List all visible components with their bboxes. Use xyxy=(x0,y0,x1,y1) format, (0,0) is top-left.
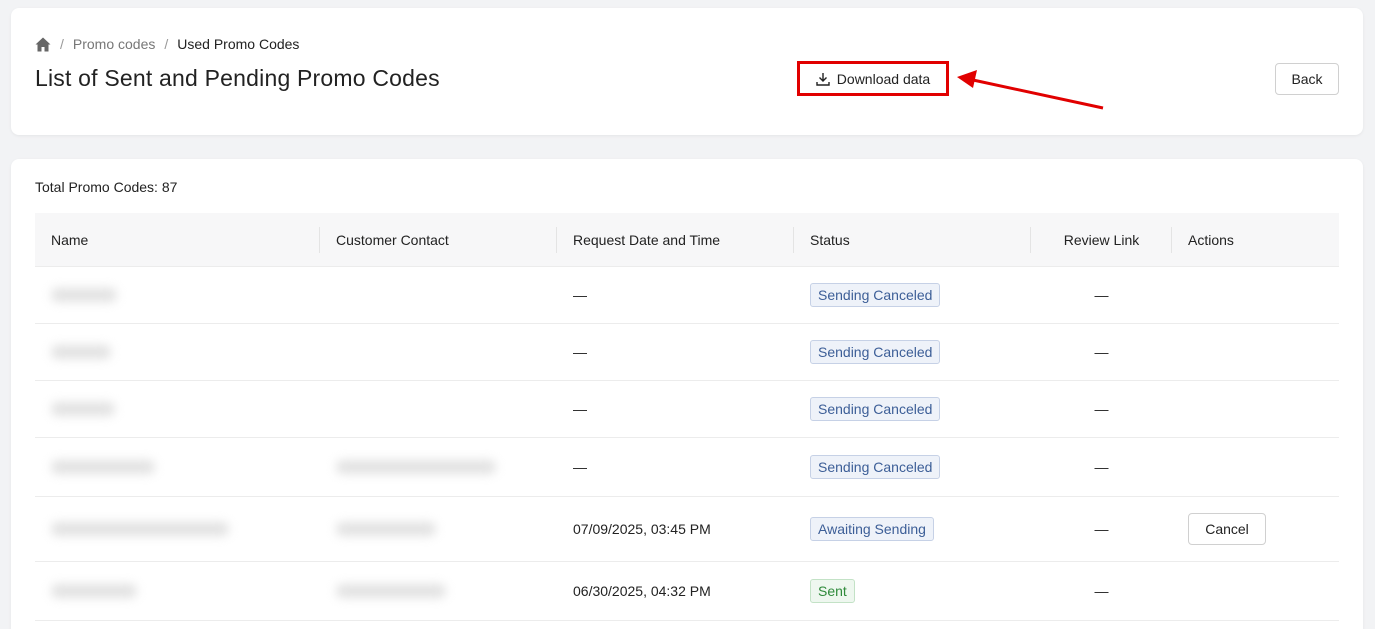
name-cell xyxy=(35,324,320,380)
total-promo-codes: Total Promo Codes: 87 xyxy=(35,179,178,195)
column-header-actions: Actions xyxy=(1188,231,1234,248)
review-link-cell: — xyxy=(1094,401,1109,417)
actions-cell: Cancel xyxy=(1172,497,1339,561)
actions-cell xyxy=(1172,562,1339,620)
page-title: List of Sent and Pending Promo Codes xyxy=(35,65,440,91)
status-cell: Sending Canceled xyxy=(794,267,1031,323)
breadcrumb-separator: / xyxy=(60,36,64,52)
request-date-cell: 07/09/2025, 03:45 PM xyxy=(573,521,711,537)
name-cell xyxy=(35,562,320,620)
name-cell xyxy=(35,267,320,323)
customer-contact-cell xyxy=(320,497,557,561)
back-button[interactable]: Back xyxy=(1275,63,1339,95)
status-badge: Sending Canceled xyxy=(810,455,941,479)
table-row: 07/09/2025, 03:45 PM Awaiting Sending — … xyxy=(35,497,1339,562)
column-header-request-date: Request Date and Time xyxy=(557,213,794,266)
column-header-customer-contact: Customer Contact xyxy=(320,213,557,266)
status-cell: Awaiting Sending xyxy=(794,497,1031,561)
actions-cell xyxy=(1172,324,1339,380)
customer-contact-cell xyxy=(320,324,557,380)
customer-contact-cell xyxy=(320,562,557,620)
actions-cell xyxy=(1172,381,1339,437)
customer-contact-cell xyxy=(320,381,557,437)
review-link-cell: — xyxy=(1094,521,1109,537)
column-header-name: Name xyxy=(35,213,320,266)
cancel-button[interactable]: Cancel xyxy=(1188,513,1266,545)
column-header-review-link: Review Link xyxy=(1031,213,1172,266)
actions-cell xyxy=(1172,267,1339,323)
review-link-cell: — xyxy=(1094,287,1109,303)
download-icon xyxy=(816,72,830,86)
breadcrumb-promo-codes[interactable]: Promo codes xyxy=(73,36,155,52)
status-cell: Sent xyxy=(794,562,1031,620)
request-date-cell: — xyxy=(573,344,587,360)
actions-cell xyxy=(1172,438,1339,496)
status-badge: Awaiting Sending xyxy=(810,517,934,541)
table-row: — Sending Canceled — xyxy=(35,267,1339,324)
breadcrumb: / Promo codes / Used Promo Codes xyxy=(35,36,299,52)
status-cell: Sending Canceled xyxy=(794,324,1031,380)
request-date-cell: — xyxy=(573,287,587,303)
status-badge: Sending Canceled xyxy=(810,397,941,421)
download-data-label: Download data xyxy=(836,70,931,87)
request-date-cell: — xyxy=(573,459,587,475)
promo-codes-table: Name Customer Contact Request Date and T… xyxy=(35,213,1339,621)
annotation-arrow xyxy=(957,70,1104,110)
status-badge: Sending Canceled xyxy=(810,283,941,307)
name-cell xyxy=(35,381,320,437)
table-header: Name Customer Contact Request Date and T… xyxy=(35,213,1339,267)
review-link-cell: — xyxy=(1094,344,1109,360)
breadcrumb-separator: / xyxy=(164,36,169,52)
page-header-card: / Promo codes / Used Promo Codes List of… xyxy=(11,8,1363,135)
status-cell: Sending Canceled xyxy=(794,381,1031,437)
home-icon[interactable] xyxy=(35,37,51,52)
status-badge: Sent xyxy=(810,579,855,603)
table-row: — Sending Canceled — xyxy=(35,324,1339,381)
customer-contact-cell xyxy=(320,438,557,496)
breadcrumb-used-promo-codes: Used Promo Codes xyxy=(177,36,300,52)
table-row: — Sending Canceled — xyxy=(35,381,1339,438)
name-cell xyxy=(35,497,320,561)
download-data-button[interactable]: Download data xyxy=(797,61,949,96)
name-cell xyxy=(35,438,320,496)
review-link-cell: — xyxy=(1094,583,1109,599)
table-row: — Sending Canceled — xyxy=(35,438,1339,497)
request-date-cell: 06/30/2025, 04:32 PM xyxy=(573,583,711,599)
status-badge: Sending Canceled xyxy=(810,340,941,364)
request-date-cell: — xyxy=(573,401,587,417)
column-header-status: Status xyxy=(794,213,1031,266)
customer-contact-cell xyxy=(320,267,557,323)
table-row: 06/30/2025, 04:32 PM Sent — xyxy=(35,562,1339,621)
review-link-cell: — xyxy=(1094,459,1109,475)
promo-codes-table-card: Total Promo Codes: 87 Name Customer Cont… xyxy=(11,159,1363,629)
status-cell: Sending Canceled xyxy=(794,438,1031,496)
